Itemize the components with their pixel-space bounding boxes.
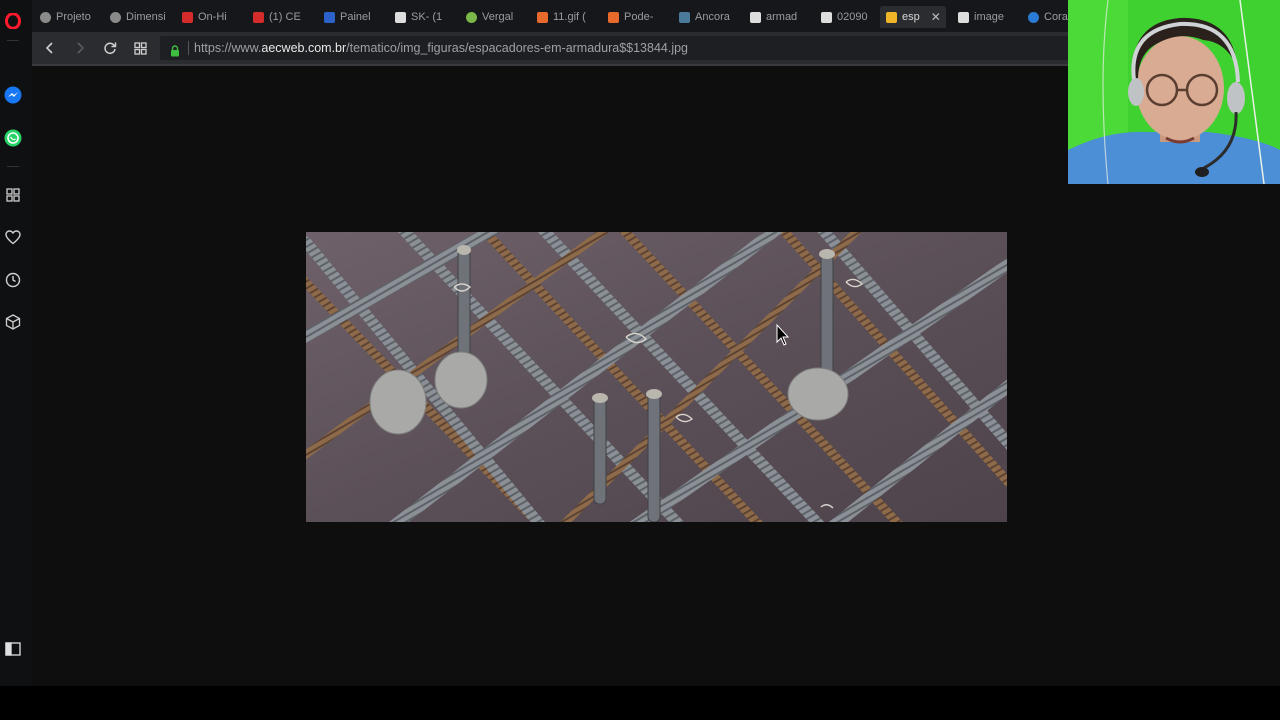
tab[interactable]: 11.gif ( bbox=[531, 6, 597, 28]
tabs-grid-button[interactable] bbox=[130, 38, 150, 58]
messenger-icon[interactable] bbox=[3, 85, 23, 105]
tab-favicon bbox=[958, 11, 969, 23]
tab-label: 11.gif ( bbox=[553, 11, 586, 23]
tab-favicon bbox=[608, 11, 619, 23]
tab-favicon bbox=[395, 11, 406, 23]
tab[interactable]: armad bbox=[744, 6, 810, 28]
tab-favicon bbox=[537, 11, 548, 23]
tab-favicon bbox=[821, 11, 832, 23]
tab[interactable]: Cora bbox=[1022, 6, 1068, 28]
back-icon bbox=[45, 42, 53, 54]
tab-favicon bbox=[182, 11, 193, 23]
tab[interactable]: On-Hi bbox=[176, 6, 242, 28]
tab-close-icon[interactable]: ✕ bbox=[931, 10, 941, 24]
tab-favicon bbox=[253, 11, 264, 23]
tab-label: armad bbox=[766, 11, 798, 23]
rebar-spacers-photo bbox=[306, 232, 1007, 522]
tab[interactable]: Painel bbox=[318, 6, 384, 28]
tab-label: On-Hi bbox=[198, 11, 227, 23]
url-prefix: https://www. bbox=[194, 41, 262, 55]
address-bar[interactable]: https://www.aecweb.com.br/tematico/img_f… bbox=[160, 36, 1068, 60]
url-separator bbox=[188, 41, 189, 55]
sidebar-toggle-icon[interactable] bbox=[3, 639, 23, 659]
tab[interactable]: image bbox=[952, 6, 1018, 28]
tab-label: Ancora bbox=[695, 11, 730, 23]
tab[interactable]: Dimensi bbox=[104, 6, 170, 28]
tabs-grid-icon bbox=[133, 41, 147, 55]
screen-bottom-bar bbox=[0, 686, 1280, 720]
tab-favicon bbox=[110, 11, 121, 23]
tab-favicon bbox=[886, 11, 897, 23]
tab-active[interactable]: esp ✕ bbox=[880, 6, 946, 28]
tab-label: Cora bbox=[1044, 11, 1068, 23]
tab[interactable]: Projeto bbox=[34, 6, 100, 28]
lock-icon[interactable] bbox=[170, 42, 180, 57]
tab-strip: Projeto Dimensi On-Hi (1) CE Painel SK- … bbox=[32, 0, 1068, 32]
whatsapp-icon[interactable] bbox=[3, 128, 23, 148]
reload-button[interactable] bbox=[100, 38, 120, 58]
sidebar-divider bbox=[7, 166, 19, 167]
sidebar-divider bbox=[7, 40, 19, 41]
history-icon[interactable] bbox=[3, 270, 23, 290]
url-text[interactable]: https://www.aecweb.com.br/tematico/img_f… bbox=[194, 41, 688, 55]
forward-button[interactable] bbox=[70, 38, 90, 58]
extensions-icon[interactable] bbox=[3, 312, 23, 332]
tab[interactable]: Ancora bbox=[673, 6, 739, 28]
tab-label: image bbox=[974, 11, 1004, 23]
tab[interactable]: SK- (1 bbox=[389, 6, 455, 28]
tab-label: Pode- bbox=[624, 11, 654, 23]
address-toolbar: https://www.aecweb.com.br/tematico/img_f… bbox=[32, 32, 1068, 64]
url-path: /tematico/img_figuras/espacadores-em-arm… bbox=[346, 41, 689, 55]
opera-logo-icon[interactable] bbox=[3, 11, 23, 31]
tab-label: (1) CE bbox=[269, 11, 301, 23]
tab-favicon bbox=[750, 11, 761, 23]
tab-favicon bbox=[679, 11, 690, 23]
tab-label: Vergal bbox=[482, 11, 514, 23]
speed-dial-icon[interactable] bbox=[3, 185, 23, 205]
sidebar bbox=[0, 0, 32, 686]
tab-label: SK- (1 bbox=[411, 11, 443, 23]
tab-label: Projeto bbox=[56, 11, 91, 23]
tab[interactable]: Pode- bbox=[602, 6, 668, 28]
tab-favicon bbox=[40, 11, 51, 23]
webcam-overlay bbox=[1068, 0, 1280, 184]
tab-favicon bbox=[466, 11, 477, 23]
tab-favicon bbox=[324, 11, 335, 23]
tab-label: Painel bbox=[340, 11, 371, 23]
forward-icon bbox=[77, 42, 85, 54]
url-domain: aecweb.com.br bbox=[261, 41, 347, 55]
reload-icon bbox=[104, 42, 117, 55]
heart-icon[interactable] bbox=[3, 227, 23, 247]
tab[interactable]: Vergal bbox=[460, 6, 526, 28]
tab-favicon bbox=[1028, 11, 1039, 23]
back-button[interactable] bbox=[40, 38, 60, 58]
tab-label: 02090 bbox=[837, 11, 868, 23]
tab[interactable]: (1) CE bbox=[247, 6, 313, 28]
tab-label: Dimensi bbox=[126, 11, 166, 23]
tab[interactable]: 02090 bbox=[815, 6, 881, 28]
tab-label: esp bbox=[902, 11, 920, 23]
